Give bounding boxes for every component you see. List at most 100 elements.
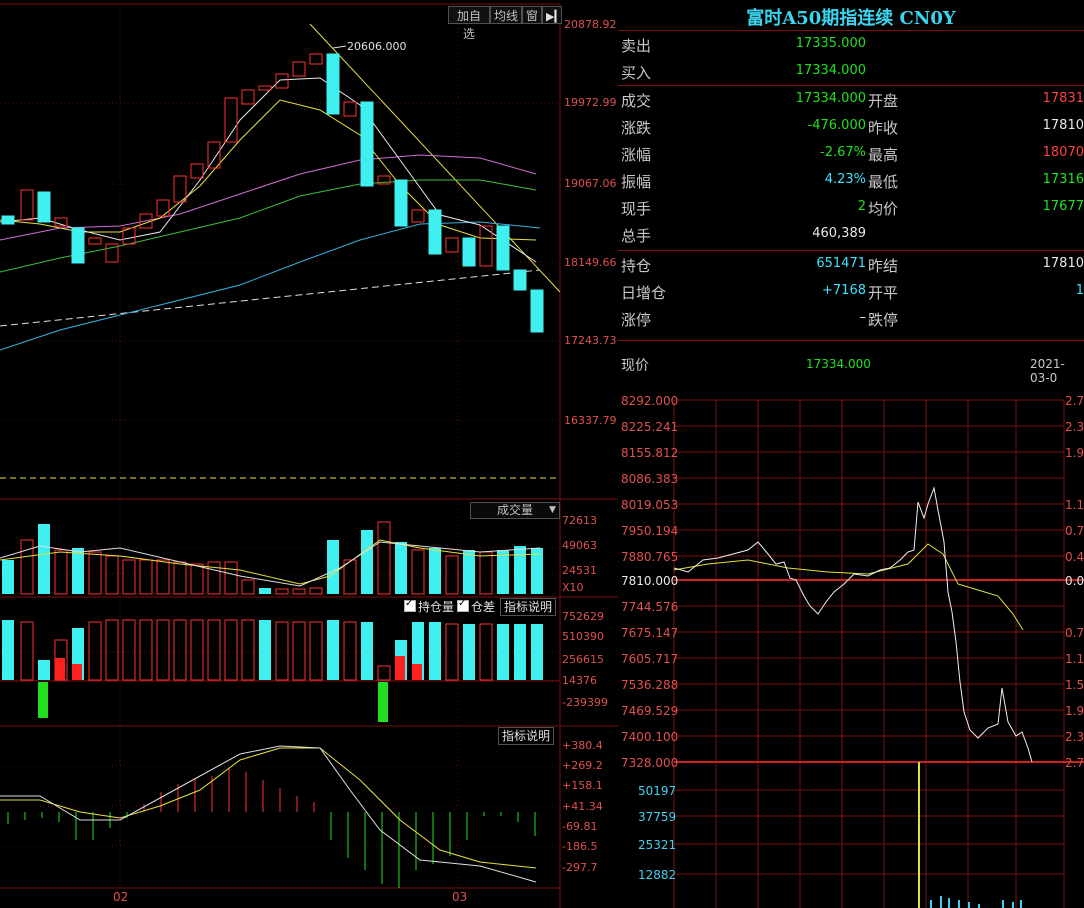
intraday-pct-label: 1.9	[1065, 704, 1084, 718]
price-axis-label: 18149.66	[564, 256, 617, 269]
intraday-pct-label: 0.0	[1065, 574, 1084, 588]
quote-label: 涨跌	[621, 119, 652, 137]
intraday-volume-label: 37759	[638, 810, 677, 824]
intraday-price-label: 7536.288	[621, 678, 679, 692]
price-axis-label: 16337.79	[564, 414, 617, 427]
quote-panel: 富时A50期指连续 CN0Y 卖出 17335.000 买入 17334.000…	[618, 0, 1084, 392]
instrument-title: 富时A50期指连续 CN0Y	[746, 8, 956, 29]
intraday-price-label: 7880.765	[621, 550, 679, 564]
chevron-down-icon: ▼	[549, 505, 556, 515]
intraday-volume-label: 25321	[638, 838, 677, 852]
quote-value: 4.23%	[824, 172, 866, 187]
intraday-price-label: 7810.000	[621, 574, 679, 588]
kline-chart-area[interactable]: 加自选 均线 窗 ▶▎ 20878.92 19972.99 19067.06 1…	[0, 0, 618, 908]
oi-axis-label: 14376	[562, 674, 597, 687]
volume-axis-label: 72613	[562, 514, 597, 527]
sell-label: 卖出	[621, 37, 652, 55]
exit-button[interactable]: ▶▎	[542, 6, 563, 24]
quote-label: 开平	[868, 284, 899, 302]
macd-axis-label: -186.5	[562, 840, 598, 853]
quote-label: 日增仓	[621, 284, 667, 302]
intraday-price-label: 7605.717	[621, 652, 679, 666]
quote-label: 成交	[621, 92, 652, 110]
oi-diff-checkbox[interactable]: 仓差	[457, 598, 495, 615]
quote-label: 总手	[621, 227, 652, 245]
quote-label: 振幅	[621, 173, 652, 191]
quote-value: 17316	[1042, 172, 1084, 187]
intraday-price-label: 7950.194	[621, 524, 679, 538]
quote-value: 17334.000	[795, 91, 866, 106]
quote-value: –	[859, 310, 867, 325]
add-watch-button[interactable]: 加自选	[448, 6, 490, 41]
quote-date: 2021-03-0	[1030, 357, 1065, 385]
quote-label: 昨收	[868, 119, 899, 137]
ma-line-button[interactable]: 均线	[490, 6, 522, 24]
quote-value: +7168	[822, 283, 866, 298]
quote-label: 均价	[868, 200, 899, 218]
quote-value: 1	[1075, 283, 1084, 298]
oi-axis-label: -239399	[562, 696, 608, 709]
oi-axis-label: 256615	[562, 653, 604, 666]
intraday-chart[interactable]: 8292.000 8225.241 8155.812 8086.383 8019…	[618, 392, 1084, 908]
intraday-price-label: 7400.100	[621, 730, 679, 744]
quote-row: 持仓 651471 昨结 17810	[618, 251, 1084, 278]
quote-value: -476.000	[807, 118, 866, 133]
volume-axis-label: 24531	[562, 564, 597, 577]
quote-label: 最低	[868, 173, 899, 191]
buy-label: 买入	[621, 64, 652, 82]
oi-checkbox-label: 持仓量	[418, 600, 455, 614]
quote-row: 成交 17334.000 开盘 17831	[618, 86, 1084, 113]
intraday-pct-label: 1.1	[1065, 652, 1084, 666]
intraday-pct-label: 1.1	[1065, 498, 1084, 512]
oi-axis-label: 510390	[562, 630, 604, 643]
intraday-pct-label: 2.3	[1065, 420, 1084, 434]
price-axis-label: 17243.73	[564, 334, 617, 347]
intraday-pct-label: 2.7	[1065, 756, 1084, 770]
sell-price: 17335.000	[795, 36, 866, 51]
quote-label: 现手	[621, 200, 652, 218]
quote-label: 昨结	[868, 257, 899, 275]
intraday-price-label: 8086.383	[621, 472, 679, 486]
intraday-pct-label: 0.7	[1065, 524, 1084, 538]
quote-row-buy: 买入 17334.000	[618, 58, 1084, 85]
quote-value: -2.67%	[820, 145, 866, 160]
macd-indicator-button[interactable]: 指标说明	[498, 727, 555, 745]
intraday-pct-label: 0.4	[1065, 550, 1084, 564]
volume-bars	[2, 521, 543, 595]
intraday-svg[interactable]	[618, 392, 1084, 908]
quote-value: 17677	[1042, 199, 1084, 214]
price-axis-label: 19972.99	[564, 96, 617, 109]
intraday-pct-label: 0.7	[1065, 626, 1084, 640]
check-icon	[404, 598, 416, 612]
intraday-pct-label: 1.5	[1065, 678, 1084, 692]
quote-value: 460,389	[812, 226, 866, 241]
intraday-price-label: 7469.529	[621, 704, 679, 718]
volume-selector-label: 成交量	[497, 503, 534, 517]
quote-value: 17831	[1042, 91, 1084, 106]
now-price-label: 现价	[621, 358, 649, 374]
x-axis-label: 03	[452, 890, 468, 904]
macd-axis-label: +269.2	[562, 759, 603, 772]
quote-label: 持仓	[621, 257, 652, 275]
quote-value: 17810	[1042, 118, 1084, 133]
volume-axis-label: 49063	[562, 539, 597, 552]
quote-label: 最高	[868, 146, 899, 164]
exit-icon: ▶▎	[546, 10, 563, 23]
intraday-price-label: 8292.000	[621, 394, 679, 408]
macd-axis-label: -69.81	[562, 820, 598, 833]
quote-row: 现手 2 均价 17677	[618, 194, 1084, 221]
volume-selector[interactable]: 成交量 ▼	[470, 502, 560, 519]
oi-checkbox[interactable]: 持仓量	[404, 598, 454, 615]
candles	[1, 53, 544, 333]
quote-value: 651471	[816, 256, 866, 271]
quote-row: 涨停 – 跌停	[618, 305, 1084, 332]
intraday-price-label: 7744.576	[621, 600, 679, 614]
check-icon	[457, 598, 469, 612]
quote-value: 17810	[1042, 256, 1084, 271]
kline-chart-svg[interactable]	[0, 0, 618, 908]
oi-indicator-button[interactable]: 指标说明	[500, 598, 557, 616]
price-axis-label: 19067.06	[564, 177, 617, 190]
macd-axis-label: +380.4	[562, 739, 603, 752]
window-button[interactable]: 窗	[522, 6, 542, 24]
x-axis-label: 02	[113, 890, 129, 904]
